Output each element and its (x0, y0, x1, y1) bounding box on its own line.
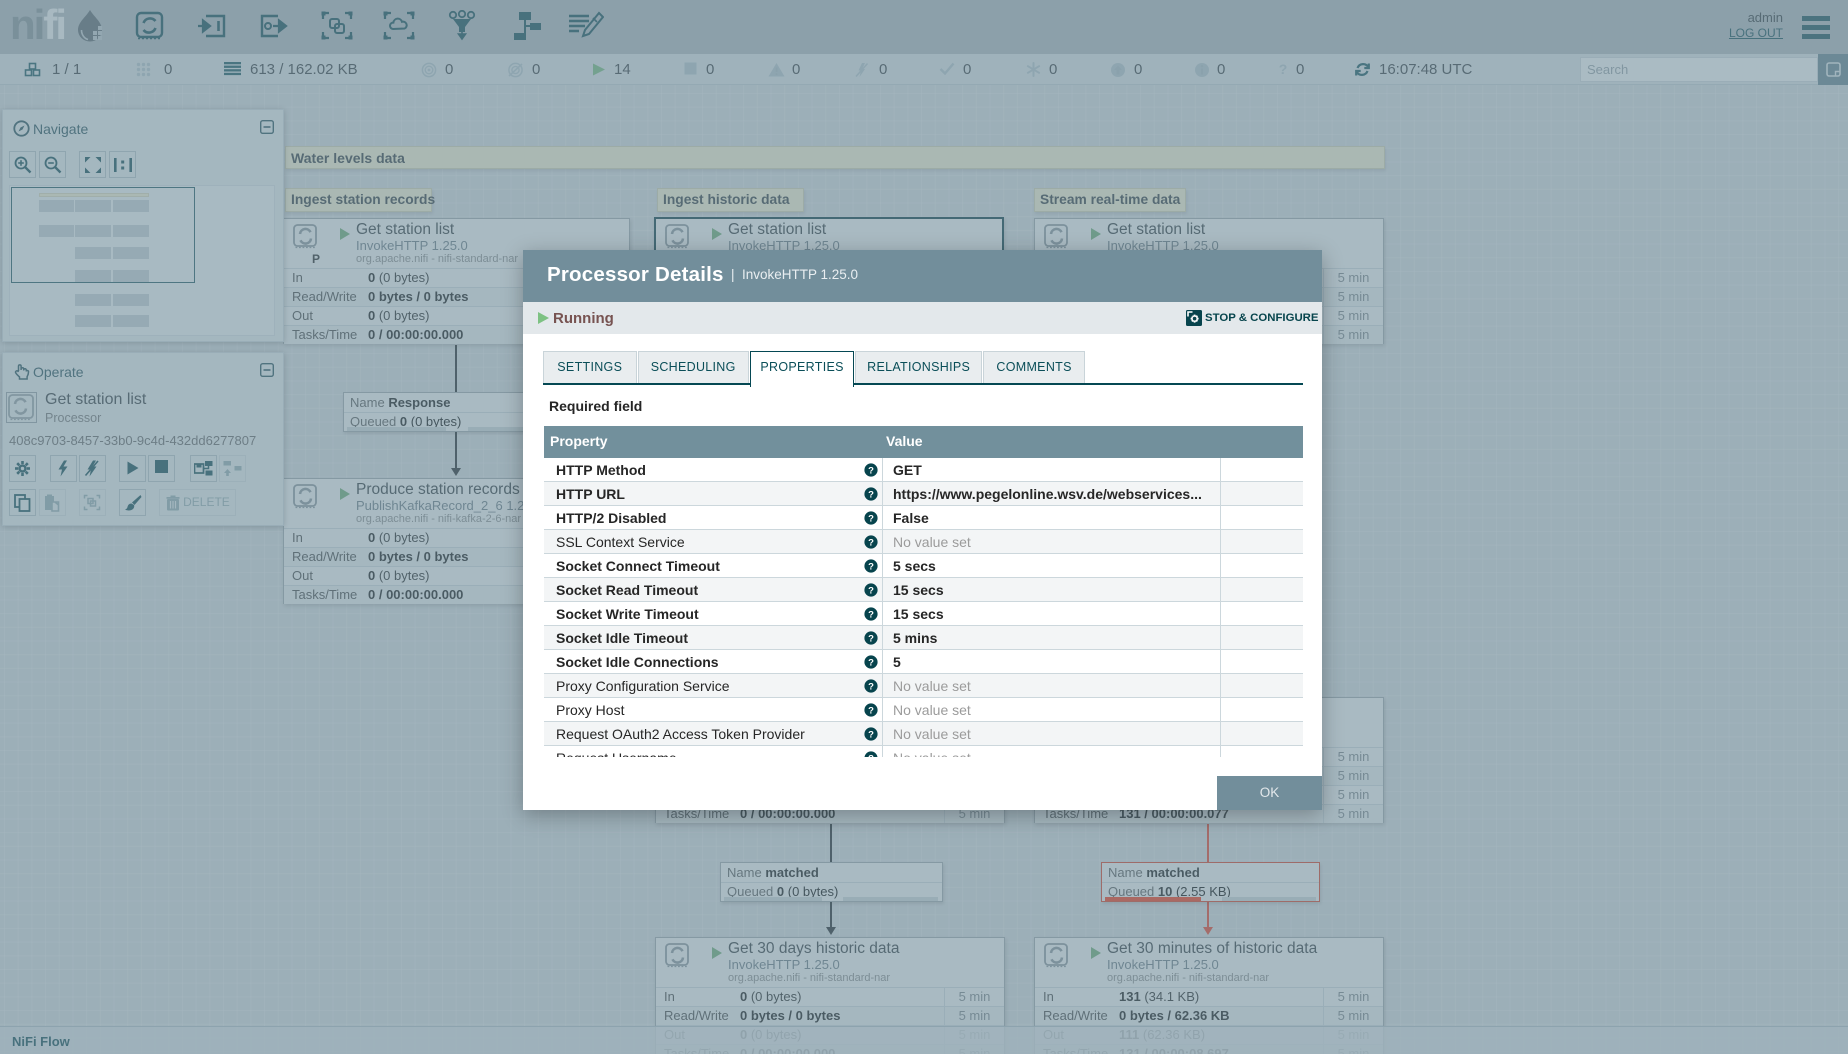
svg-text:?: ? (868, 729, 874, 740)
svg-text:?: ? (868, 633, 874, 644)
svg-text:?: ? (868, 753, 874, 757)
svg-text:?: ? (868, 561, 874, 572)
svg-text:?: ? (868, 537, 874, 548)
svg-text:?: ? (868, 609, 874, 620)
svg-text:?: ? (868, 705, 874, 716)
svg-text:?: ? (868, 657, 874, 668)
svg-text:?: ? (868, 513, 874, 524)
svg-text:?: ? (868, 681, 874, 692)
svg-text:?: ? (868, 489, 874, 500)
svg-text:?: ? (868, 465, 874, 476)
svg-text:?: ? (868, 585, 874, 596)
